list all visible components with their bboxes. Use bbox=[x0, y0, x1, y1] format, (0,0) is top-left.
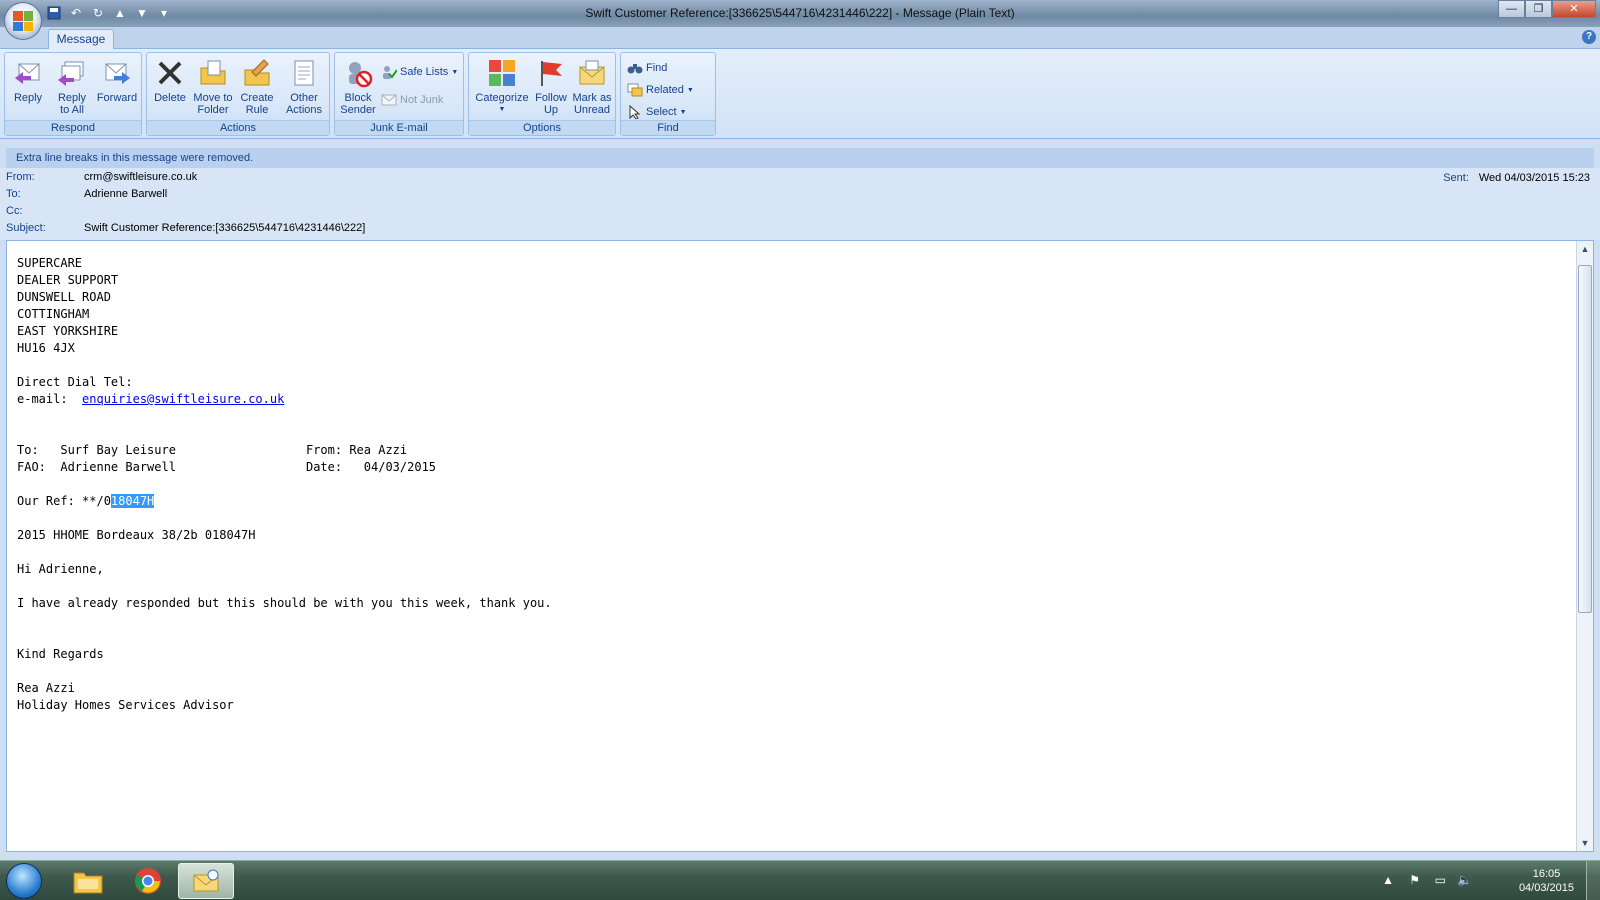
window-controls: — ❐ ✕ bbox=[1498, 0, 1596, 18]
mark-as-unread-button[interactable]: Mark as Unread bbox=[569, 55, 615, 119]
body-address-block: SUPERCARE DEALER SUPPORT DUNSWELL ROAD C… bbox=[17, 256, 133, 389]
info-bar[interactable]: Extra line breaks in this message were r… bbox=[6, 148, 1594, 168]
taskbar: ▲ ⚑ ▭ 🔈 16:05 04/03/2015 bbox=[0, 860, 1600, 900]
minimize-button[interactable]: — bbox=[1498, 0, 1525, 18]
group-label-actions: Actions bbox=[147, 120, 329, 135]
customize-toolbar-icon[interactable]: ▾ bbox=[156, 5, 172, 21]
follow-up-button[interactable]: Follow Up bbox=[531, 55, 571, 119]
categorize-button[interactable]: Categorize ▼ bbox=[471, 55, 533, 119]
sent-date: Sent: Wed 04/03/2015 15:23 bbox=[1443, 172, 1590, 184]
other-actions-button[interactable]: Other Actions bbox=[281, 55, 327, 119]
title-bar: Swift Customer Reference:[336625\544716\… bbox=[0, 0, 1600, 27]
move-to-folder-icon bbox=[197, 57, 229, 89]
network-icon[interactable]: ▭ bbox=[1435, 873, 1446, 887]
system-clock[interactable]: 16:05 04/03/2015 bbox=[1519, 867, 1574, 895]
dropdown-arrow-icon: ▼ bbox=[686, 86, 694, 94]
delete-icon bbox=[154, 57, 186, 89]
reply-icon bbox=[12, 57, 44, 89]
email-link[interactable]: enquiries@swiftleisure.co.uk bbox=[82, 392, 284, 406]
group-label-options: Options bbox=[469, 120, 615, 135]
body-email-label: e-mail: bbox=[17, 392, 83, 406]
dropdown-arrow-icon: ▼ bbox=[679, 108, 687, 116]
cursor-icon bbox=[629, 105, 641, 119]
dropdown-arrow-icon: ▼ bbox=[498, 106, 506, 113]
message-header: From: crm@swiftleisure.co.uk To: Adrienn… bbox=[0, 168, 1600, 240]
folder-icon bbox=[73, 872, 103, 894]
create-rule-button[interactable]: Create Rule bbox=[235, 55, 279, 119]
related-button[interactable]: Related ▼ bbox=[627, 81, 694, 99]
previous-item-icon[interactable]: ▲ bbox=[112, 5, 128, 21]
move-to-folder-button[interactable]: Move to Folder bbox=[191, 55, 235, 119]
show-desktop-button[interactable] bbox=[1586, 861, 1600, 900]
outlook-icon bbox=[193, 869, 219, 892]
reply-button[interactable]: Reply bbox=[7, 55, 49, 119]
help-icon[interactable]: ? bbox=[1582, 30, 1596, 44]
quick-access-toolbar: ↶ ↻ ▲ ▼ ▾ bbox=[46, 4, 172, 22]
group-junk-email: Block Sender Safe Lists ▼ Not Junk ↘ Jun… bbox=[334, 52, 464, 136]
block-sender-button[interactable]: Block Sender bbox=[337, 55, 379, 119]
selected-text: 18047H bbox=[110, 494, 155, 508]
flag-icon bbox=[535, 57, 567, 89]
group-actions: Delete Move to Folder Create Rule Other … bbox=[146, 52, 330, 136]
redo-icon[interactable]: ↻ bbox=[90, 5, 106, 21]
start-button[interactable] bbox=[6, 863, 42, 899]
show-hidden-icons-icon[interactable]: ▲ bbox=[1382, 873, 1394, 887]
not-junk-icon bbox=[381, 94, 397, 106]
group-respond: Reply Reply to All Forward Respond bbox=[4, 52, 142, 136]
group-label-junk: Junk E-mail bbox=[335, 120, 463, 135]
taskbar-outlook[interactable] bbox=[178, 863, 234, 899]
dropdown-arrow-icon: ▼ bbox=[451, 68, 459, 76]
create-rule-icon bbox=[241, 57, 273, 89]
next-item-icon[interactable]: ▼ bbox=[134, 5, 150, 21]
group-label-respond: Respond bbox=[5, 120, 141, 135]
scroll-down-arrow-icon[interactable]: ▼ bbox=[1577, 835, 1593, 851]
safe-lists-button[interactable]: Safe Lists ▼ bbox=[381, 63, 458, 81]
reply-all-icon bbox=[56, 57, 88, 89]
save-icon[interactable] bbox=[46, 5, 62, 21]
reply-all-button[interactable]: Reply to All bbox=[51, 55, 93, 119]
mark-unread-icon bbox=[576, 57, 608, 89]
ribbon-tab-strip: Message ? bbox=[0, 27, 1600, 50]
message-body-text: SUPERCARE DEALER SUPPORT DUNSWELL ROAD C… bbox=[17, 255, 552, 714]
action-center-flag-icon[interactable]: ⚑ bbox=[1409, 873, 1420, 887]
forward-button[interactable]: Forward bbox=[93, 55, 141, 119]
scroll-thumb[interactable] bbox=[1578, 265, 1592, 613]
undo-icon[interactable]: ↶ bbox=[68, 5, 84, 21]
subject-text: Swift Customer Reference:[336625\544716\… bbox=[84, 222, 366, 234]
delete-button[interactable]: Delete bbox=[149, 55, 191, 119]
group-find: Find Related ▼ Select ▼ Find bbox=[620, 52, 716, 136]
office-button[interactable] bbox=[4, 2, 42, 40]
forward-icon bbox=[101, 57, 133, 89]
related-icon bbox=[627, 83, 643, 97]
vertical-scrollbar[interactable]: ▲ ▼ bbox=[1576, 241, 1593, 851]
to-recipient[interactable]: Adrienne Barwell bbox=[84, 188, 167, 200]
volume-icon[interactable]: 🔈 bbox=[1457, 873, 1472, 887]
select-button[interactable]: Select ▼ bbox=[627, 103, 687, 121]
group-options: Categorize ▼ Follow Up Mark as Unread ↘ … bbox=[468, 52, 616, 136]
body-ref-prefix: Our Ref: **/0 bbox=[17, 494, 111, 508]
office-logo-icon bbox=[13, 11, 33, 31]
tab-message[interactable]: Message bbox=[48, 29, 114, 50]
scroll-up-arrow-icon[interactable]: ▲ bbox=[1577, 241, 1593, 257]
taskbar-explorer[interactable] bbox=[60, 863, 116, 899]
body-to-block: To: Surf Bay Leisure From: Rea Azzi FAO:… bbox=[17, 443, 437, 474]
find-button[interactable]: Find bbox=[627, 59, 667, 77]
window-title: Swift Customer Reference:[336625\544716\… bbox=[585, 6, 1015, 20]
categorize-icon bbox=[486, 57, 518, 89]
body-rest: 2015 HHOME Bordeaux 38/2b 018047H Hi Adr… bbox=[17, 528, 552, 712]
ribbon: Reply Reply to All Forward Respond Delet… bbox=[0, 49, 1600, 139]
block-sender-icon bbox=[342, 57, 374, 89]
restore-button[interactable]: ❐ bbox=[1525, 0, 1552, 18]
close-button[interactable]: ✕ bbox=[1552, 0, 1596, 18]
binoculars-icon bbox=[627, 64, 643, 74]
chrome-icon bbox=[135, 868, 161, 894]
group-label-find: Find bbox=[621, 120, 715, 135]
from-address[interactable]: crm@swiftleisure.co.uk bbox=[84, 171, 197, 183]
taskbar-chrome[interactable] bbox=[120, 863, 176, 899]
other-actions-icon bbox=[288, 57, 320, 89]
safe-lists-icon bbox=[383, 66, 397, 79]
not-junk-button[interactable]: Not Junk bbox=[381, 91, 443, 109]
message-body[interactable]: SUPERCARE DEALER SUPPORT DUNSWELL ROAD C… bbox=[6, 240, 1594, 852]
